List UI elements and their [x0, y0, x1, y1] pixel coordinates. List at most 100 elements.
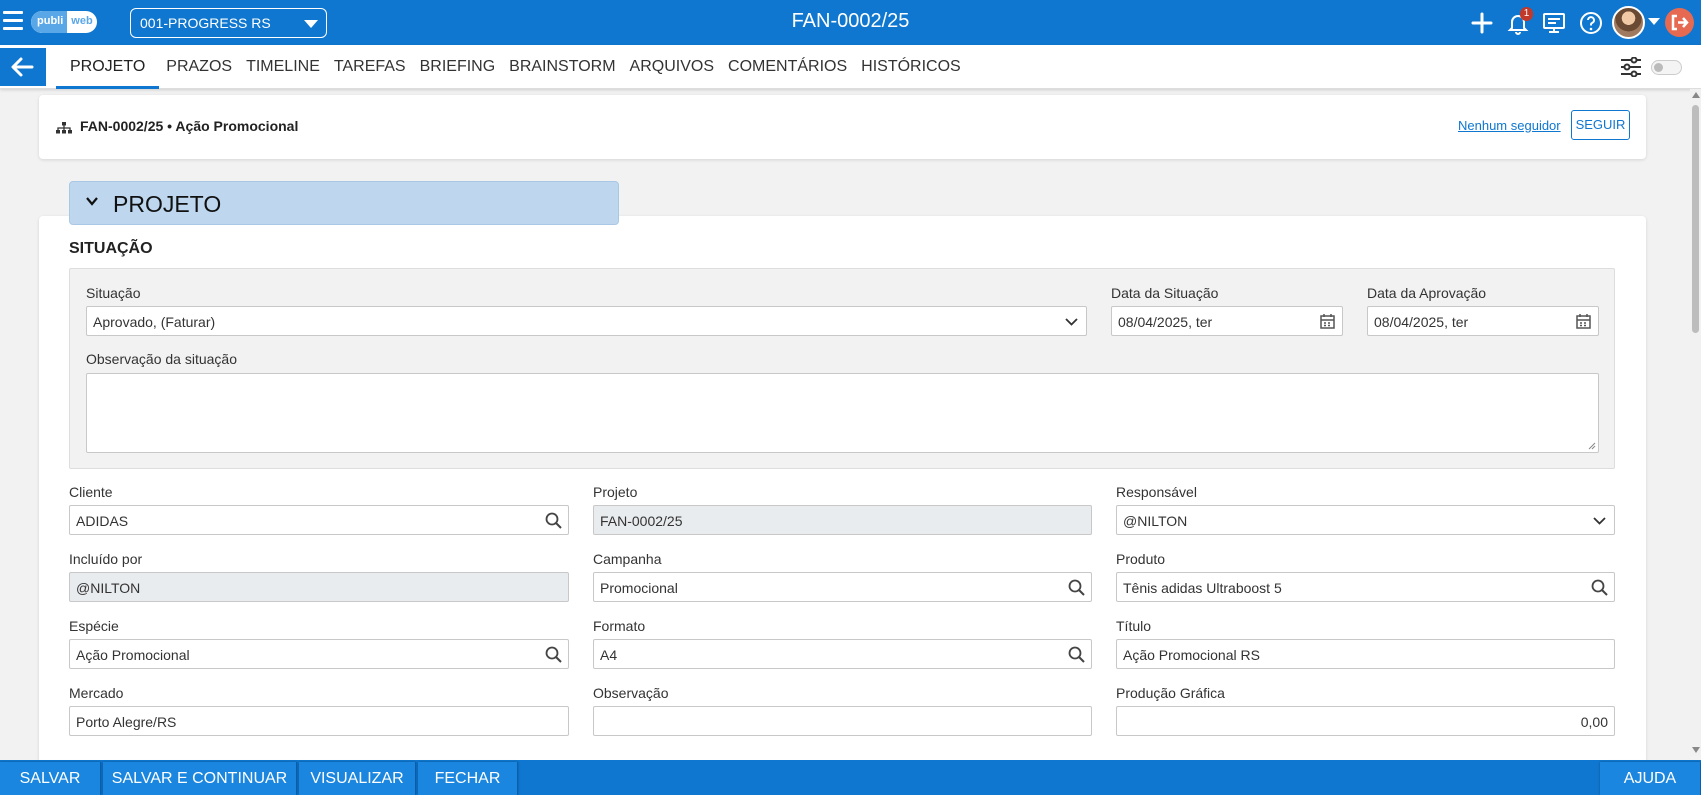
- projeto-label: Projeto: [593, 484, 638, 500]
- situation-note-textarea[interactable]: [86, 373, 1599, 453]
- plus-icon[interactable]: [1469, 10, 1495, 36]
- view-button[interactable]: VISUALIZAR: [299, 762, 416, 795]
- app-logo[interactable]: publi web: [31, 11, 97, 33]
- observacao-label: Observação: [593, 685, 669, 701]
- hierarchy-icon: [56, 122, 72, 134]
- tab-tarefas[interactable]: TAREFAS: [327, 45, 413, 89]
- tab-prazos[interactable]: PRAZOS: [159, 45, 239, 89]
- titulo-value: Ação Promocional RS: [1123, 647, 1260, 663]
- notifications-badge: 1: [1520, 7, 1533, 21]
- formato-value: A4: [600, 647, 618, 663]
- date-approval-field[interactable]: 08/04/2025, ter: [1367, 306, 1599, 336]
- formato-label: Formato: [593, 618, 646, 634]
- back-button[interactable]: [0, 48, 46, 86]
- chevron-down-icon[interactable]: [1647, 16, 1661, 28]
- producao-grafica-label: Produção Gráfica: [1116, 685, 1225, 701]
- tab-historicos[interactable]: HISTÓRICOS: [854, 45, 968, 89]
- search-icon[interactable]: [544, 511, 563, 530]
- help-button[interactable]: AJUDA: [1600, 762, 1701, 795]
- tab-brainstorm[interactable]: BRAINSTORM: [502, 45, 622, 89]
- section-header-projeto[interactable]: PROJETO: [69, 181, 619, 225]
- tab-bar: PROJETO PRAZOS TIMELINE TAREFAS BRIEFING…: [0, 45, 1701, 89]
- especie-label: Espécie: [69, 618, 119, 634]
- search-icon[interactable]: [1590, 578, 1609, 597]
- date-approval-label: Data da Aprovação: [1367, 285, 1487, 301]
- especie-value: Ação Promocional: [76, 647, 190, 663]
- caret-down-icon: [304, 20, 318, 28]
- projeto-value: FAN-0002/25: [600, 513, 683, 529]
- produto-value: Tênis adidas Ultraboost 5: [1123, 580, 1282, 596]
- company-select[interactable]: 001-PROGRESS RS: [130, 8, 327, 38]
- search-icon[interactable]: [1067, 645, 1086, 664]
- campanha-field[interactable]: Promocional: [593, 572, 1092, 602]
- campanha-value: Promocional: [600, 580, 678, 596]
- project-title: FAN-0002/25 • Ação Promocional: [80, 118, 299, 134]
- calendar-icon[interactable]: [1318, 312, 1337, 331]
- presentation-icon[interactable]: [1541, 10, 1567, 36]
- especie-field[interactable]: Ação Promocional: [69, 639, 569, 669]
- avatar[interactable]: [1612, 6, 1645, 39]
- mercado-label: Mercado: [69, 685, 124, 701]
- logo-text-publi: publi: [31, 11, 68, 33]
- chevron-down-icon: [1593, 517, 1606, 525]
- search-icon[interactable]: [1067, 578, 1086, 597]
- subsection-title: SITUAÇÃO: [69, 240, 153, 257]
- note-label: Observação da situação: [86, 351, 237, 367]
- logo-text-web: web: [71, 15, 93, 27]
- tab-comentarios[interactable]: COMENTÁRIOS: [721, 45, 854, 89]
- formato-field[interactable]: A4: [593, 639, 1092, 669]
- titulo-label: Título: [1116, 618, 1152, 634]
- producao-grafica-field[interactable]: 0,00: [1116, 706, 1615, 736]
- calendar-icon[interactable]: [1574, 312, 1593, 331]
- producao-grafica-value: 0,00: [1580, 714, 1608, 730]
- settings-toggle[interactable]: [1651, 60, 1682, 75]
- save-continue-button[interactable]: SALVAR E CONTINUAR: [103, 762, 297, 795]
- titulo-field[interactable]: Ação Promocional RS: [1116, 639, 1615, 669]
- tab-projeto[interactable]: PROJETO: [56, 45, 160, 89]
- status-select[interactable]: Aprovado, (Faturar): [86, 306, 1087, 336]
- logout-button[interactable]: [1665, 8, 1694, 37]
- save-button[interactable]: SALVAR: [0, 762, 101, 795]
- logout-icon: [1671, 14, 1689, 31]
- help-icon[interactable]: [1578, 10, 1604, 36]
- tab-briefing[interactable]: BRIEFING: [413, 45, 503, 89]
- mercado-field[interactable]: Porto Alegre/RS: [69, 706, 569, 736]
- observacao-field[interactable]: [593, 706, 1092, 736]
- responsavel-value: @NILTON: [1123, 513, 1188, 529]
- date-status-field[interactable]: 08/04/2025, ter: [1111, 306, 1343, 336]
- tabs: PROJETO PRAZOS TIMELINE TAREFAS BRIEFING…: [56, 45, 968, 89]
- scroll-up-arrow-icon[interactable]: [1692, 92, 1700, 98]
- date-approval-value: 08/04/2025, ter: [1374, 314, 1469, 330]
- vertical-scrollbar[interactable]: [1690, 89, 1701, 756]
- followers-link[interactable]: Nenhum seguidor: [1458, 118, 1561, 133]
- produto-field[interactable]: Tênis adidas Ultraboost 5: [1116, 572, 1615, 602]
- tab-arquivos[interactable]: ARQUIVOS: [623, 45, 721, 89]
- search-icon[interactable]: [544, 645, 563, 664]
- chevron-down-icon: [1065, 318, 1078, 326]
- filter-settings-icon[interactable]: [1620, 57, 1642, 77]
- top-bar: publi web 001-PROGRESS RS FAN-0002/25 1: [0, 0, 1701, 45]
- produto-label: Produto: [1116, 551, 1166, 567]
- status-select-value: Aprovado, (Faturar): [93, 314, 216, 330]
- incluido-por-label: Incluído por: [69, 551, 143, 567]
- action-bar: SALVAR SALVAR E CONTINUAR VISUALIZAR FEC…: [0, 760, 1701, 795]
- projeto-field: FAN-0002/25: [593, 505, 1092, 535]
- cliente-label: Cliente: [69, 484, 113, 500]
- notifications-button[interactable]: 1: [1505, 7, 1533, 36]
- follow-button[interactable]: SEGUIR: [1571, 110, 1630, 140]
- arrow-left-icon: [11, 57, 34, 77]
- menu-icon[interactable]: [3, 11, 23, 31]
- close-button[interactable]: FECHAR: [418, 762, 518, 795]
- project-header-card: FAN-0002/25 • Ação Promocional Nenhum se…: [39, 95, 1646, 159]
- chevron-down-icon: [86, 197, 98, 206]
- cliente-field[interactable]: ADIDAS: [69, 505, 569, 535]
- company-select-value: 001-PROGRESS RS: [140, 15, 271, 31]
- resize-grip-icon[interactable]: [1588, 442, 1596, 450]
- scroll-down-arrow-icon[interactable]: [1692, 747, 1700, 753]
- mercado-value: Porto Alegre/RS: [76, 714, 177, 730]
- responsavel-select[interactable]: @NILTON: [1116, 505, 1615, 535]
- tab-timeline[interactable]: TIMELINE: [239, 45, 327, 89]
- status-label: Situação: [86, 285, 141, 301]
- scrollbar-thumb[interactable]: [1692, 105, 1699, 333]
- responsavel-label: Responsável: [1116, 484, 1197, 500]
